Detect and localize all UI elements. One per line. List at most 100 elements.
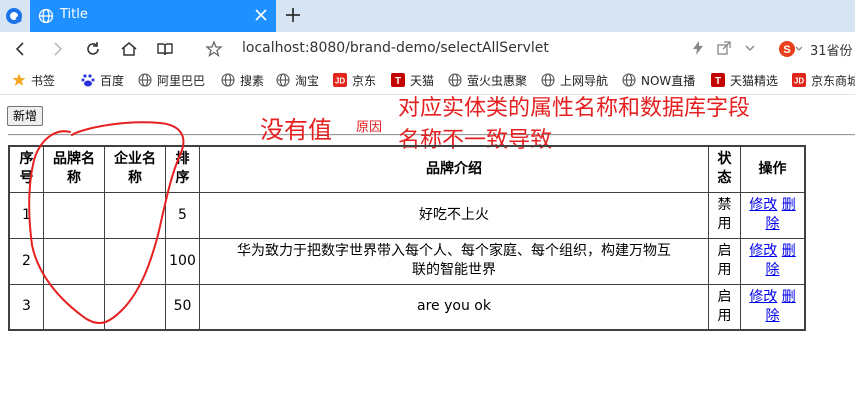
reload-icon[interactable] (84, 40, 102, 58)
bookmark-item[interactable]: 书签 (12, 71, 55, 89)
svg-text:T: T (395, 76, 401, 87)
bookmark-label: 天猫精选 (730, 73, 779, 88)
cell-ordered: 5 (165, 191, 200, 239)
close-tab-icon[interactable] (252, 6, 270, 24)
status-text: 启 (717, 288, 732, 305)
bookmark-label: 书签 (31, 73, 56, 88)
table-row: 2 100 华为致力于把数字世界带入每个人、每个家庭、每个组织，构建万物互 联的… (8, 237, 806, 285)
bookmark-item[interactable]: 上网导航 (541, 71, 608, 89)
bookmark-item[interactable]: JD 京东商城 (792, 71, 855, 89)
bookmark-label: NOW直播 (641, 73, 696, 88)
header-status: 状 态 (708, 145, 741, 193)
bookmark-label: 上网导航 (560, 73, 609, 88)
bookmark-item[interactable]: 阿里巴巴 (138, 71, 205, 89)
cell-seq: 2 (8, 237, 44, 285)
back-icon[interactable] (12, 40, 30, 58)
bookmark-item[interactable]: 萤火虫惠聚 (448, 71, 527, 89)
star-icon (12, 73, 26, 87)
delete-text: 除 (765, 216, 780, 232)
description-line: 华为致力于把数字世界带入每个人、每个家庭、每个组织，构建万物互 (237, 243, 671, 259)
delete-text: 删 (781, 197, 796, 213)
edit-link[interactable]: 修改 (749, 289, 777, 305)
header-company-name: 企业名 称 (104, 145, 166, 193)
bookmark-label: 天猫 (410, 73, 435, 88)
cell-status: 启 用 (708, 237, 741, 285)
forward-icon[interactable] (48, 40, 66, 58)
jd-icon: JD (792, 73, 806, 87)
globe-icon (276, 73, 290, 87)
new-tab-icon[interactable] (284, 6, 302, 24)
chevron-down-icon[interactable] (742, 40, 758, 56)
tab-strip: Title (0, 0, 855, 32)
table-header-row: 序 号 品牌名 称 企业名 称 排 序 品牌介绍 状 态 操作 (8, 145, 806, 193)
header-text: 企业名 (114, 151, 156, 168)
header-seq: 序 号 (8, 145, 44, 193)
header-text: 品牌名 (53, 151, 95, 168)
navigation-bar: localhost:8080/brand-demo/selectAllServl… (0, 32, 855, 67)
reading-view-icon[interactable] (156, 40, 174, 58)
header-text: 序 (19, 151, 34, 168)
annotation-reason: 原因 (356, 120, 383, 135)
header-text: 态 (717, 170, 732, 187)
bookmark-label: 搜素 (240, 73, 265, 88)
bookmark-item[interactable]: T 天猫 (391, 71, 434, 89)
tab-active[interactable]: Title (30, 0, 276, 32)
cell-brand-name (43, 283, 105, 331)
add-button[interactable]: 新增 (7, 106, 44, 126)
cell-action: 修改 删除 (740, 283, 806, 331)
delete-text: 除 (765, 307, 780, 324)
svg-text:T: T (715, 76, 721, 87)
annotation-no-value: 没有值 (260, 116, 332, 144)
table-row: 3 50 are you ok 启 用 修改 删除 (8, 283, 806, 331)
header-description: 品牌介绍 (199, 145, 709, 193)
browser-logo-icon (4, 6, 24, 26)
bookmark-item[interactable]: T 天猫精选 (711, 71, 778, 89)
cell-brand-name (43, 191, 105, 239)
jd-icon: JD (333, 73, 347, 87)
address-bar[interactable]: localhost:8080/brand-demo/selectAllServl… (242, 40, 549, 56)
status-text: 禁 (717, 197, 732, 213)
globe-icon (138, 73, 152, 87)
cell-action: 修改 删除 (740, 191, 806, 239)
home-icon[interactable] (120, 40, 138, 58)
cell-ordered: 100 (165, 237, 200, 285)
status-text: 用 (717, 216, 732, 232)
header-text: 排 (175, 151, 190, 168)
cell-seq: 1 (8, 191, 44, 239)
cell-description: are you ok (199, 283, 709, 331)
svg-text:JD: JD (335, 77, 345, 86)
annotation-explain-line1: 对应实体类的属性名称和数据库字段 (398, 96, 751, 121)
bookmark-item[interactable]: 搜素 (221, 71, 264, 89)
bookmark-item[interactable]: JD 京东 (333, 71, 376, 89)
bookmark-label: 京东 (352, 73, 377, 88)
header-text: 状 (717, 151, 732, 168)
baidu-icon (81, 73, 95, 87)
bookmark-item[interactable]: NOW直播 (622, 71, 695, 89)
weather-widget[interactable]: 31省份 (810, 40, 853, 59)
delete-text: 删 (781, 288, 796, 305)
bookmark-item[interactable]: 淘宝 (276, 71, 319, 89)
favorite-star-icon[interactable] (205, 40, 223, 58)
cell-status: 禁 用 (708, 191, 741, 239)
delete-text: 除 (765, 262, 780, 278)
delete-text: 删 (781, 243, 796, 259)
status-text: 用 (717, 262, 732, 278)
tmall-icon: T (391, 73, 405, 87)
cell-description: 好吃不上火 (199, 191, 709, 239)
svg-text:JD: JD (794, 77, 804, 86)
edit-link[interactable]: 修改 (749, 243, 777, 259)
globe-icon (541, 73, 555, 87)
bookmark-item[interactable]: 百度 (81, 71, 124, 89)
share-icon[interactable] (716, 40, 732, 56)
cell-action: 修改 删除 (740, 237, 806, 285)
lightning-icon[interactable] (690, 40, 706, 56)
bookmark-label: 淘宝 (295, 73, 320, 88)
status-text: 用 (717, 307, 732, 324)
table-row: 1 5 好吃不上火 禁 用 修改 删除 (8, 191, 806, 239)
edit-link[interactable]: 修改 (749, 197, 777, 213)
description-line: 联的智能世界 (412, 262, 496, 278)
sogou-search-icon[interactable]: S (778, 39, 803, 59)
globe-icon (448, 73, 462, 87)
cell-company-name (104, 283, 166, 331)
bookmark-label: 阿里巴巴 (157, 73, 206, 88)
